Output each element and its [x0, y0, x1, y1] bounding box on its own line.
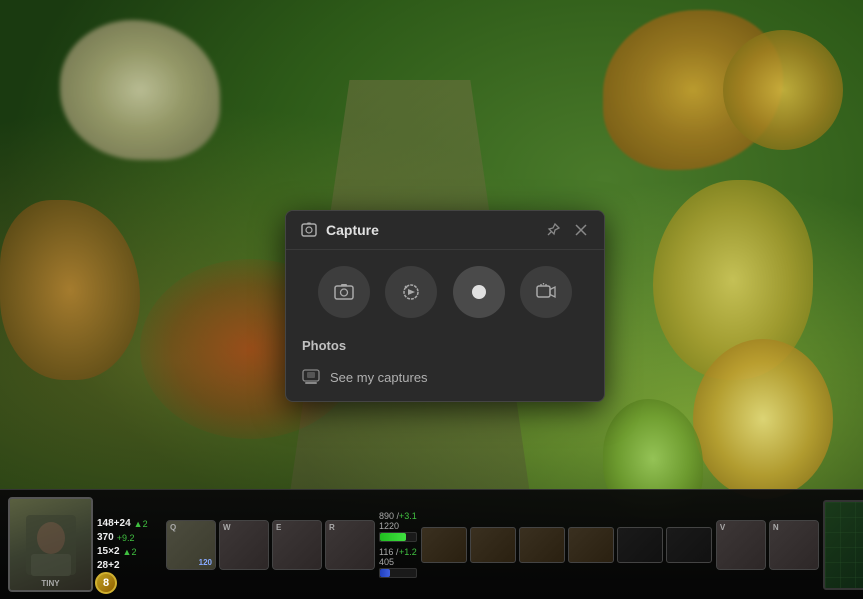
- minimap-grid: [825, 502, 863, 588]
- stat-delta: ▲2: [134, 519, 148, 529]
- health-mana-section: 890 / 1220 +3.1 116 / 405 +1.2: [379, 511, 417, 578]
- capture-title-left: Capture: [300, 221, 379, 239]
- health-bar-track: [379, 532, 417, 542]
- ability-slot-q[interactable]: Q 120: [166, 520, 216, 570]
- ability-cooldown: 120: [199, 558, 212, 567]
- capture-dialog-icon: [300, 221, 318, 239]
- gallery-icon: [302, 369, 320, 385]
- mana-bar-track: [379, 568, 417, 578]
- close-button[interactable]: [572, 221, 590, 239]
- mana-values: 116 / 405: [379, 547, 399, 567]
- item-slot-1[interactable]: [421, 527, 467, 563]
- pin-button[interactable]: [544, 221, 562, 239]
- captures-link-text: See my captures: [330, 370, 428, 385]
- stat-row: 370 +9.2: [97, 532, 162, 543]
- ability-key: E: [276, 523, 281, 532]
- capture-titlebar: Capture: [286, 211, 604, 250]
- ability-slot-w[interactable]: W: [219, 520, 269, 570]
- see-captures-link[interactable]: See my captures: [286, 361, 604, 401]
- mana-label: 116 / 405 +1.2: [379, 547, 417, 567]
- ability-key: W: [223, 523, 231, 532]
- abilities-bar: Q 120 W E R: [166, 520, 375, 570]
- instant-replay-button[interactable]: [385, 266, 437, 318]
- stat-value: 15×2: [97, 546, 120, 557]
- item-slot-6[interactable]: [666, 527, 712, 563]
- capture-dialog-title: Capture: [326, 222, 379, 238]
- health-delta: +3.1: [399, 511, 417, 531]
- capture-title-actions: [544, 221, 590, 239]
- health-label: 890 / 1220 +3.1: [379, 511, 417, 531]
- item-slot-3[interactable]: [519, 527, 565, 563]
- stat-row: 28+2: [97, 560, 162, 571]
- stat-row: 148+24 ▲2: [97, 518, 162, 529]
- stat-value: 28+2: [97, 560, 120, 571]
- tree-cluster: [723, 30, 843, 150]
- close-icon: [574, 223, 588, 237]
- capture-toolbar: [286, 250, 604, 334]
- ability-slot-n[interactable]: N: [769, 520, 819, 570]
- webcam-icon: [535, 281, 557, 303]
- ability-slot-e[interactable]: E: [272, 520, 322, 570]
- capture-section-label: Photos: [286, 334, 604, 361]
- item-slot-5[interactable]: [617, 527, 663, 563]
- stat-row: 15×2 ▲2: [97, 546, 162, 557]
- ability-key: N: [773, 523, 779, 532]
- item-slots: [421, 527, 712, 563]
- ability-slot-r[interactable]: R: [325, 520, 375, 570]
- stat-value: 370: [97, 532, 114, 543]
- camera-icon: [333, 281, 355, 303]
- tree-cluster: [0, 200, 140, 380]
- ability-key: V: [720, 523, 725, 532]
- ability-key: Q: [170, 523, 176, 532]
- stat-delta: +9.2: [117, 533, 135, 543]
- webcam-button[interactable]: [520, 266, 572, 318]
- item-slot-2[interactable]: [470, 527, 516, 563]
- hud-bar: TINY 8 148+24 ▲2 370 +9.2 15×2 ▲2 28+2 Q…: [0, 489, 863, 599]
- extra-abilities-bar: V N: [716, 520, 819, 570]
- health-bar-container: 890 / 1220 +3.1: [379, 511, 417, 542]
- pin-icon: [545, 222, 561, 238]
- hero-name: TINY: [10, 579, 91, 588]
- record-dot: [472, 285, 486, 299]
- item-slot-4[interactable]: [568, 527, 614, 563]
- screenshot-button[interactable]: [318, 266, 370, 318]
- tree-cluster: [693, 339, 833, 499]
- tree-cluster: [60, 20, 220, 160]
- stat-value: 148+24: [97, 518, 131, 529]
- ability-slot-v[interactable]: V: [716, 520, 766, 570]
- record-button[interactable]: [453, 266, 505, 318]
- capture-dialog: Capture: [285, 210, 605, 402]
- stat-delta: ▲2: [123, 547, 137, 557]
- hero-portrait: TINY: [8, 497, 93, 592]
- minimap[interactable]: [823, 500, 863, 590]
- health-values: 890 / 1220: [379, 511, 399, 531]
- mana-bar-container: 116 / 405 +1.2: [379, 547, 417, 578]
- health-bar-fill: [380, 533, 406, 541]
- mana-bar-fill: [380, 569, 390, 577]
- replay-icon: [400, 281, 422, 303]
- level-badge: 8: [95, 572, 117, 594]
- hud-stats: 148+24 ▲2 370 +9.2 15×2 ▲2 28+2: [97, 518, 162, 571]
- ability-key: R: [329, 523, 335, 532]
- mana-delta: +1.2: [399, 547, 417, 567]
